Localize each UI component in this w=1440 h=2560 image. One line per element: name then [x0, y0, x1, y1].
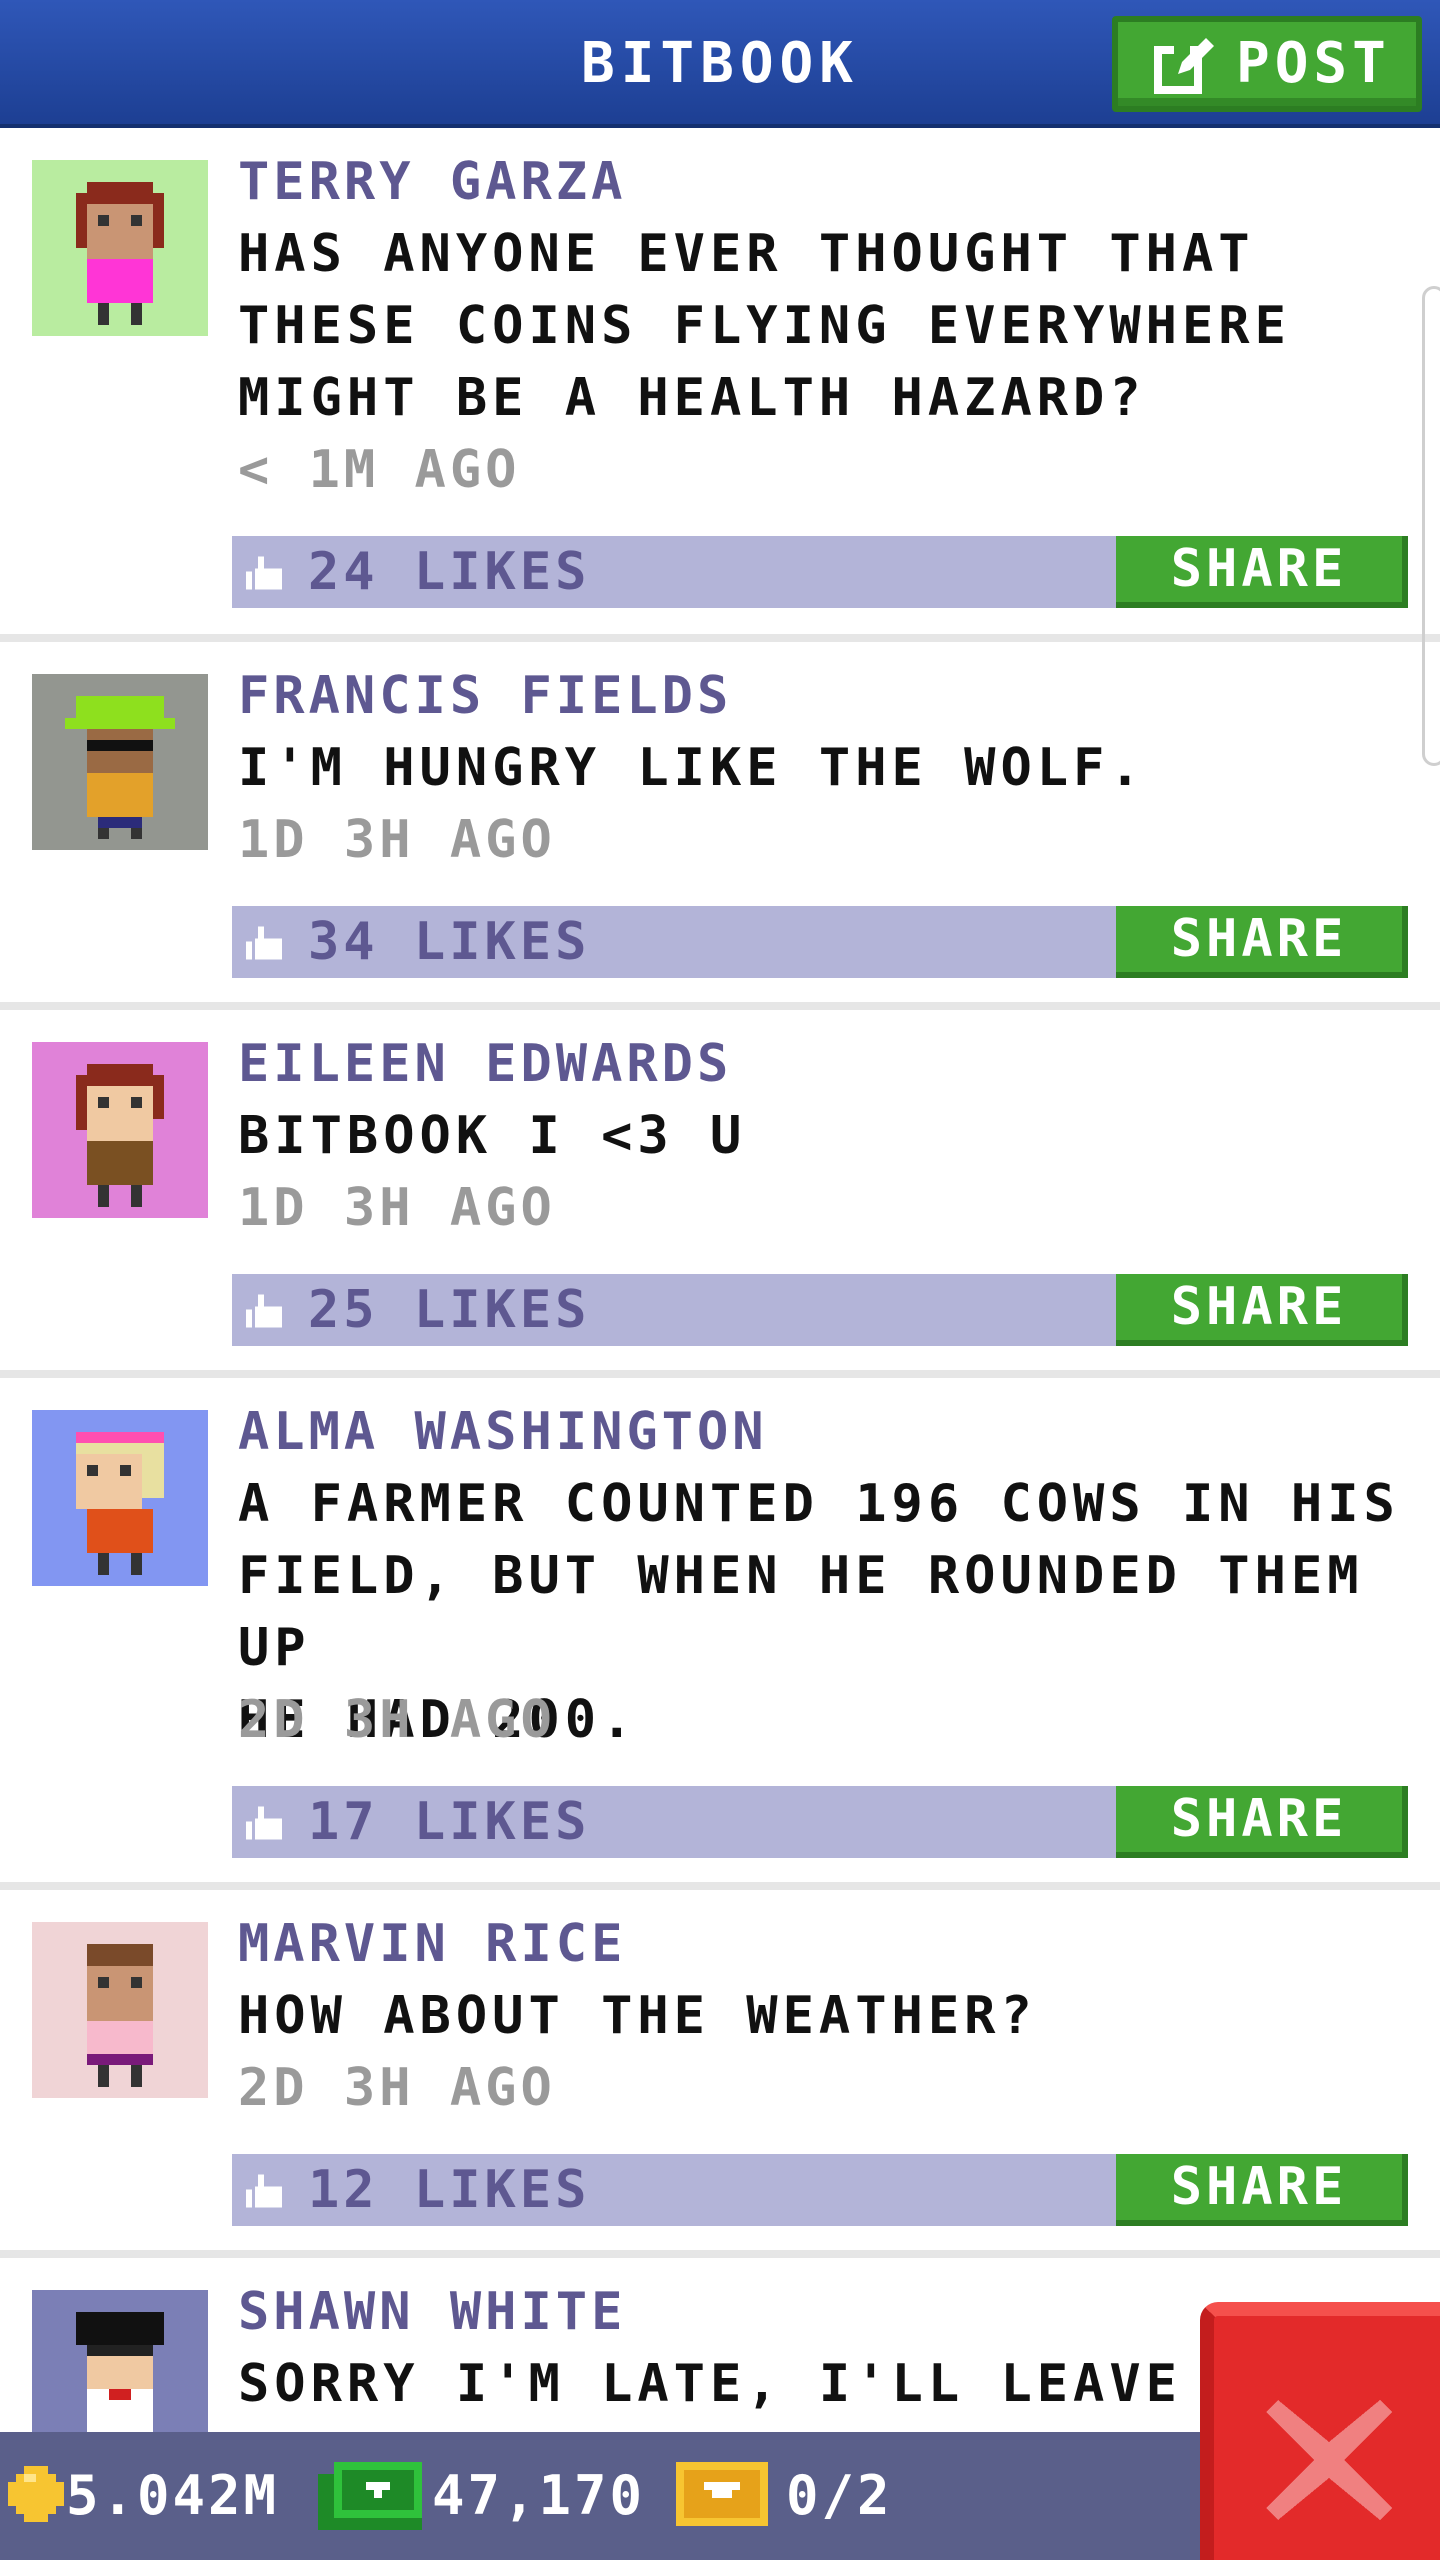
- avatar-image: [32, 1042, 208, 1218]
- share-button[interactable]: SHARE: [1116, 536, 1408, 608]
- coins-value: 5.042M: [66, 2464, 280, 2527]
- like-bar: 24 LIKES SHARE: [232, 536, 1408, 608]
- feed-post: TERRY GARZA HAS ANYONE EVER THOUGHT THAT…: [0, 132, 1440, 642]
- post-author[interactable]: FRANCIS FIELDS: [238, 660, 732, 732]
- ticket-icon: [676, 2462, 768, 2526]
- avatar[interactable]: [32, 674, 208, 850]
- post-author[interactable]: SHAWN WHITE: [238, 2276, 626, 2348]
- post-time: < 1M AGO: [238, 440, 521, 500]
- likes-count: 12 LIKES: [308, 2160, 591, 2220]
- close-button[interactable]: [1200, 2302, 1440, 2560]
- post-author[interactable]: MARVIN RICE: [238, 1908, 626, 1980]
- bux-value: 47,170: [432, 2464, 646, 2527]
- bux-icon: [318, 2462, 422, 2530]
- post-author[interactable]: TERRY GARZA: [238, 146, 626, 218]
- share-button[interactable]: SHARE: [1116, 2154, 1408, 2226]
- post-time: 1D 3H AGO: [238, 810, 556, 870]
- post-time: 2D 3H AGO: [238, 2058, 556, 2118]
- post-time: 1D 3H AGO: [238, 1178, 556, 1238]
- post-author[interactable]: EILEEN EDWARDS: [238, 1028, 732, 1100]
- share-button[interactable]: SHARE: [1116, 1274, 1408, 1346]
- avatar-image: [32, 160, 208, 336]
- feed-post: EILEEN EDWARDS BITBOOK I <3 U 1D 3H AGO …: [0, 1010, 1440, 1378]
- thumb-up-icon[interactable]: [246, 2174, 282, 2208]
- coin-icon: [8, 2466, 64, 2522]
- likes-count: 34 LIKES: [308, 912, 591, 972]
- share-button[interactable]: SHARE: [1116, 906, 1408, 978]
- avatar[interactable]: [32, 1410, 208, 1586]
- news-feed[interactable]: TERRY GARZA HAS ANYONE EVER THOUGHT THAT…: [0, 132, 1440, 2558]
- edit-icon: [1154, 38, 1214, 94]
- avatar[interactable]: [32, 160, 208, 336]
- avatar[interactable]: [32, 1042, 208, 1218]
- post-message: HAS ANYONE EVER THOUGHT THAT THESE COINS…: [238, 224, 1291, 428]
- like-bar: 34 LIKES SHARE: [232, 906, 1408, 978]
- thumb-up-icon[interactable]: [246, 1806, 282, 1840]
- thumb-up-icon[interactable]: [246, 1294, 282, 1328]
- like-bar: 12 LIKES SHARE: [232, 2154, 1408, 2226]
- like-bar: 17 LIKES SHARE: [232, 1786, 1408, 1858]
- post-message: HOW ABOUT THE WEATHER?: [238, 1986, 1037, 2046]
- feed-post: FRANCIS FIELDS I'M HUNGRY LIKE THE WOLF.…: [0, 642, 1440, 1010]
- thumb-up-icon[interactable]: [246, 926, 282, 960]
- likes-count: 24 LIKES: [308, 542, 591, 602]
- likes-count: 25 LIKES: [308, 1280, 591, 1340]
- header-bar: BITBOOK POST: [0, 0, 1440, 128]
- thumb-up-icon[interactable]: [246, 556, 282, 590]
- post-message: BITBOOK I <3 U: [238, 1106, 747, 1166]
- scrollbar[interactable]: [1422, 286, 1440, 766]
- tickets-value: 0/2: [786, 2464, 893, 2527]
- feed-post: MARVIN RICE HOW ABOUT THE WEATHER? 2D 3H…: [0, 1890, 1440, 2258]
- post-message: I'M HUNGRY LIKE THE WOLF.: [238, 738, 1146, 798]
- like-bar: 25 LIKES SHARE: [232, 1274, 1408, 1346]
- avatar-image: [32, 674, 208, 850]
- post-label: POST: [1236, 31, 1391, 96]
- post-author[interactable]: ALMA WASHINGTON: [238, 1396, 768, 1468]
- avatar[interactable]: [32, 1922, 208, 2098]
- avatar-image: [32, 1410, 208, 1586]
- post-button[interactable]: POST: [1112, 16, 1422, 112]
- share-button[interactable]: SHARE: [1116, 1786, 1408, 1858]
- close-icon: [1266, 2400, 1392, 2520]
- avatar-image: [32, 1922, 208, 2098]
- feed-post: ALMA WASHINGTON A FARMER COUNTED 196 COW…: [0, 1378, 1440, 1890]
- likes-count: 17 LIKES: [308, 1792, 591, 1852]
- post-time: 2D 3H AGO: [238, 1690, 556, 1750]
